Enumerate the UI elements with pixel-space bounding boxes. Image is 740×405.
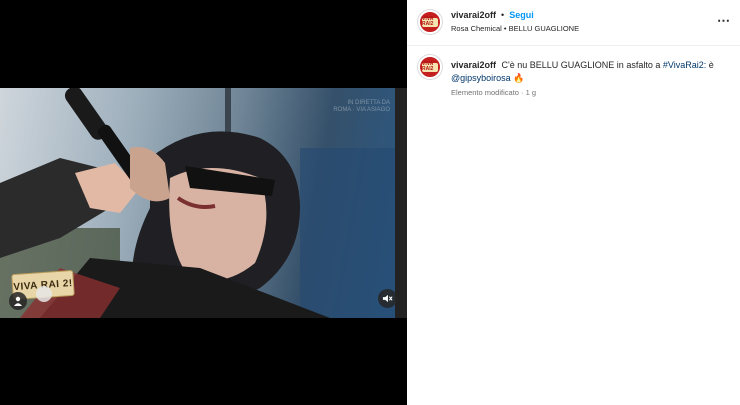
caption-meta: Elemento modificato · 1 g — [451, 88, 536, 97]
more-options-icon[interactable]: ⋯ — [717, 14, 731, 27]
hashtag-link[interactable]: #VivaRai2: — [663, 60, 706, 70]
caption-text: vivarai2off C'è nu BELLU GUAGLIONE in as… — [451, 59, 731, 85]
avatar-logo-text: VIVA RAI2 — [422, 61, 434, 72]
user-tag-button[interactable] — [9, 292, 27, 310]
header-text: vivarai2off • Segui Rosa Chemical • BELL… — [451, 10, 579, 33]
profile-avatar[interactable]: VIVA RAI2 — [418, 10, 442, 34]
header-row: vivarai2off • Segui — [451, 10, 579, 20]
fire-emoji: 🔥 — [513, 73, 525, 83]
avatar-logo: VIVA RAI2 — [422, 16, 438, 27]
post-header: VIVA RAI2 vivarai2off • Segui Rosa Chemi… — [407, 0, 740, 46]
edited-label: Elemento modificato — [451, 88, 519, 97]
post-side-pane: VIVA RAI2 vivarai2off • Segui Rosa Chemi… — [407, 0, 740, 405]
media-pane: IN DIRETTA DA ROMA · VIA ASIAGO VIVA RAI… — [0, 0, 407, 405]
meta-separator: · — [521, 88, 524, 97]
mute-button[interactable] — [378, 289, 397, 308]
caption-username-link[interactable]: vivarai2off — [451, 60, 496, 70]
post-age[interactable]: 1 g — [526, 88, 536, 97]
follow-button[interactable]: Segui — [509, 10, 534, 20]
caption-text-mid: è — [708, 60, 714, 70]
header-username-link[interactable]: vivarai2off — [451, 10, 496, 20]
header-separator: • — [501, 10, 505, 20]
mute-icon — [382, 294, 393, 303]
audio-link[interactable]: Rosa Chemical • BELLU GUAGLIONE — [451, 24, 579, 33]
caption-avatar[interactable]: VIVA RAI2 — [418, 55, 442, 79]
video-watermark: IN DIRETTA DA ROMA · VIA ASIAGO — [333, 100, 390, 113]
avatar-logo: VIVA RAI2 — [422, 61, 438, 72]
mention-link[interactable]: @gipsyboirosa — [451, 73, 511, 83]
caption-text-before: C'è nu BELLU GUAGLIONE in asfalto a — [501, 60, 661, 70]
user-tag-icon — [14, 296, 22, 306]
video-scrub-handle[interactable] — [36, 286, 52, 302]
avatar-logo-text: VIVA RAI2 — [422, 16, 434, 27]
